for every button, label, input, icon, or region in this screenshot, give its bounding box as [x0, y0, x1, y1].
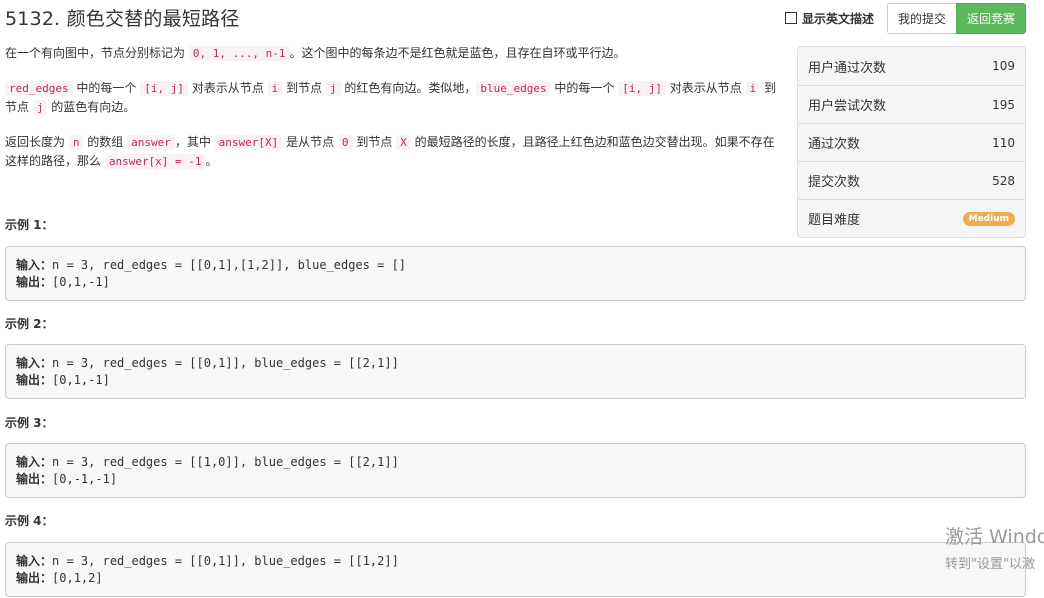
inline-code: blue_edges: [476, 81, 551, 96]
example-input-line: 输入：n = 3, red_edges = [[1,0]], blue_edge…: [16, 454, 1015, 471]
inline-code: answer[x] = -1: [104, 154, 206, 169]
example-4-title: 示例 4：: [5, 514, 54, 528]
inline-code: 0: [337, 135, 353, 150]
stat-row-accepted-users: 用户通过次数 109: [798, 47, 1025, 85]
inline-code: [i, j]: [140, 81, 188, 96]
output-value: [0,1,-1]: [52, 275, 110, 289]
text: 。: [205, 154, 218, 168]
inline-code: red_edges: [5, 81, 73, 96]
inline-code: 0, 1, ..., n-1: [188, 46, 290, 61]
toolbar: 显示英文描述 我的提交 返回竞赛: [784, 2, 1026, 34]
inline-code: j: [325, 81, 341, 96]
text: 在一个有向图中，节点分别标记为: [5, 46, 189, 60]
stat-value: 110: [992, 135, 1015, 150]
text: 的数组: [83, 135, 128, 149]
inline-code: i: [267, 81, 283, 96]
input-value: n = 3, red_edges = [[1,0]], blue_edges =…: [52, 455, 399, 469]
output-value: [0,-1,-1]: [52, 472, 118, 486]
checkbox-icon[interactable]: [784, 12, 797, 24]
output-key: 输出：: [16, 571, 53, 585]
stat-row-difficulty: 题目难度 Medium: [798, 199, 1025, 237]
stat-value: 528: [992, 173, 1015, 188]
text: 的红色有向边。类似地，: [340, 81, 477, 95]
inline-code: j: [32, 100, 48, 115]
stat-row-submissions: 提交次数 528: [798, 161, 1025, 199]
windows-activation-watermark: 激活 Windo 转到"设置"以激: [945, 522, 1044, 572]
stat-label: 提交次数: [808, 175, 861, 190]
stat-row-accepted: 通过次数 110: [798, 123, 1025, 161]
input-key: 输入：: [16, 554, 53, 568]
show-english-toggle[interactable]: 显示英文描述: [784, 10, 874, 27]
show-english-label: 显示英文描述: [801, 11, 874, 26]
description-paragraph-3: 返回长度为 n 的数组 answer ，其中 answer[X] 是从节点 0 到…: [5, 133, 785, 171]
watermark-line-2: 转到"设置"以激: [945, 557, 1035, 572]
example-output-line: 输出：[0,1,-1]: [16, 274, 1015, 291]
stat-value: 195: [992, 97, 1015, 112]
input-value: n = 3, red_edges = [[0,1]], blue_edges =…: [52, 356, 399, 370]
input-value: n = 3, red_edges = [[0,1],[1,2]], blue_e…: [52, 258, 407, 272]
stat-row-attempted-users: 用户尝试次数 195: [798, 85, 1025, 123]
example-input-line: 输入：n = 3, red_edges = [[0,1]], blue_edge…: [16, 553, 1015, 570]
text: 到节点: [352, 135, 397, 149]
example-1-box: 输入：n = 3, red_edges = [[0,1],[1,2]], blu…: [5, 246, 1026, 301]
inline-code: answer[X]: [214, 135, 283, 150]
back-to-contest-button[interactable]: 返回竞赛: [955, 2, 1026, 34]
text: 。这个图中的每条边不是红色就是蓝色，且存在自环或平行边。: [289, 46, 626, 60]
text: 中的每一个: [550, 81, 619, 95]
example-3-title: 示例 3：: [5, 416, 54, 430]
text: 的蓝色有向边。: [47, 100, 136, 114]
output-key: 输出：: [16, 275, 53, 289]
my-submissions-button[interactable]: 我的提交: [886, 2, 957, 34]
example-3-box: 输入：n = 3, red_edges = [[1,0]], blue_edge…: [5, 443, 1026, 498]
output-key: 输出：: [16, 472, 53, 486]
output-key: 输出：: [16, 373, 53, 387]
inline-code: [i, j]: [618, 81, 666, 96]
input-value: n = 3, red_edges = [[0,1]], blue_edges =…: [52, 554, 399, 568]
input-key: 输入：: [16, 356, 53, 370]
watermark-line-1: 激活 Windo: [945, 526, 1044, 548]
difficulty-badge: Medium: [962, 211, 1015, 226]
stat-label: 用户通过次数: [808, 60, 887, 76]
stats-panel: 用户通过次数 109 用户尝试次数 195 通过次数 110 提交次数 528 题目难度…: [797, 46, 1026, 238]
example-output-line: 输出：[0,1,2]: [16, 570, 1015, 587]
stat-label: 用户尝试次数: [808, 99, 887, 114]
page-title: 5132. 颜色交替的最短路径: [5, 8, 240, 30]
inline-code: i: [745, 81, 761, 96]
stat-label: 通过次数: [808, 137, 861, 152]
example-2-box: 输入：n = 3, red_edges = [[0,1]], blue_edge…: [5, 344, 1026, 399]
text: 对表示从节点: [188, 81, 268, 95]
example-input-line: 输入：n = 3, red_edges = [[0,1],[1,2]], blu…: [16, 257, 1015, 274]
example-1-title: 示例 1：: [5, 218, 54, 232]
text: 是从节点: [282, 135, 338, 149]
example-output-line: 输出：[0,-1,-1]: [16, 471, 1015, 488]
text: 中的每一个: [72, 81, 141, 95]
example-output-line: 输出：[0,1,-1]: [16, 372, 1015, 389]
output-value: [0,1,-1]: [52, 373, 110, 387]
inline-code: answer: [127, 135, 175, 150]
example-4-box: 输入：n = 3, red_edges = [[0,1]], blue_edge…: [5, 542, 1026, 597]
description-paragraph-2: red_edges 中的每一个 [i, j] 对表示从节点 i 到节点 j 的红…: [5, 79, 785, 117]
description-paragraph-1: 在一个有向图中，节点分别标记为 0, 1, ..., n-1 。这个图中的每条边不…: [5, 44, 785, 63]
inline-code: X: [396, 135, 411, 150]
text: ，其中: [174, 135, 215, 149]
stat-label: 题目难度: [808, 213, 861, 228]
problem-description: 在一个有向图中，节点分别标记为 0, 1, ..., n-1 。这个图中的每条边不…: [5, 44, 785, 187]
example-2-title: 示例 2：: [5, 317, 54, 331]
output-value: [0,1,2]: [52, 571, 103, 585]
text: 返回长度为: [5, 135, 69, 149]
text: 对表示从节点: [665, 81, 746, 95]
input-key: 输入：: [16, 455, 53, 469]
input-key: 输入：: [16, 258, 53, 272]
inline-code: n: [68, 135, 84, 150]
example-input-line: 输入：n = 3, red_edges = [[0,1]], blue_edge…: [16, 355, 1015, 372]
text: 到节点: [282, 81, 326, 95]
stat-value: 109: [992, 59, 1015, 73]
